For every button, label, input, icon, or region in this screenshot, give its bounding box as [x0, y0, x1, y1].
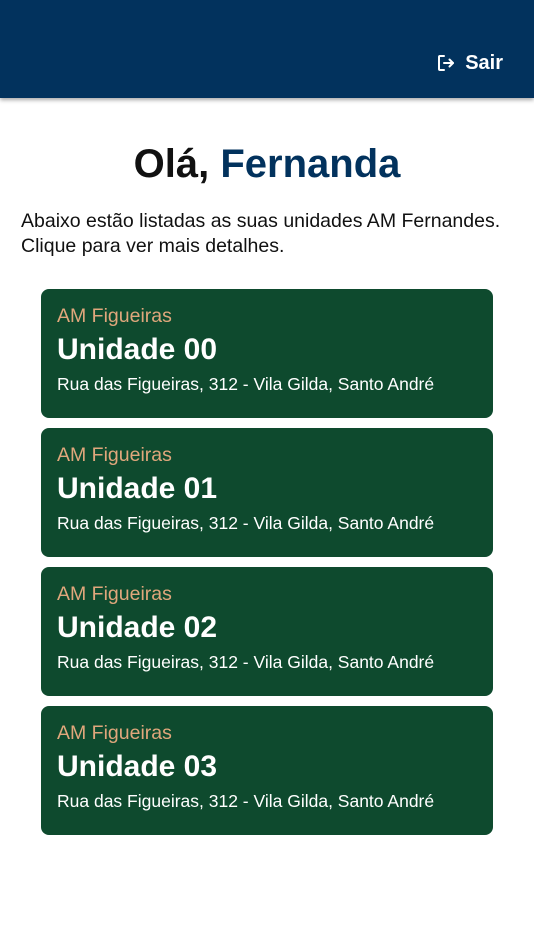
- logout-label: Sair: [465, 52, 503, 74]
- greeting-prefix: Olá,: [133, 142, 210, 186]
- unit-card-01[interactable]: AM Figueiras Unidade 01 Rua das Figueira…: [41, 428, 493, 557]
- unit-list: AM Figueiras Unidade 00 Rua das Figueira…: [41, 289, 493, 845]
- app-root: Sair Olá, Fernanda Abaixo estão listadas…: [0, 0, 534, 950]
- logout-icon: [437, 54, 455, 72]
- unit-address: Rua das Figueiras, 312 - Vila Gilda, San…: [57, 374, 435, 394]
- unit-brand: AM Figueiras: [57, 305, 172, 327]
- unit-address: Rua das Figueiras, 312 - Vila Gilda, San…: [57, 791, 435, 811]
- unit-brand: AM Figueiras: [57, 583, 172, 605]
- unit-brand: AM Figueiras: [57, 444, 172, 466]
- unit-name: Unidade 01: [57, 472, 218, 505]
- user-name: Fernanda: [220, 142, 401, 186]
- intro-text: Abaixo estão listadas as suas unidades A…: [21, 210, 501, 257]
- unit-card-02[interactable]: AM Figueiras Unidade 02 Rua das Figueira…: [41, 567, 493, 696]
- unit-name: Unidade 03: [57, 750, 218, 783]
- unit-address: Rua das Figueiras, 312 - Vila Gilda, San…: [57, 513, 435, 533]
- unit-name: Unidade 02: [57, 611, 218, 644]
- logout-button[interactable]: Sair: [437, 50, 503, 76]
- unit-name: Unidade 00: [57, 333, 218, 366]
- unit-address: Rua das Figueiras, 312 - Vila Gilda, San…: [57, 652, 435, 672]
- greeting-heading: Olá, Fernanda: [0, 140, 534, 188]
- top-app-bar: Sair: [0, 0, 534, 98]
- unit-brand: AM Figueiras: [57, 722, 172, 744]
- unit-card-00[interactable]: AM Figueiras Unidade 00 Rua das Figueira…: [41, 289, 493, 418]
- unit-card-03[interactable]: AM Figueiras Unidade 03 Rua das Figueira…: [41, 706, 493, 835]
